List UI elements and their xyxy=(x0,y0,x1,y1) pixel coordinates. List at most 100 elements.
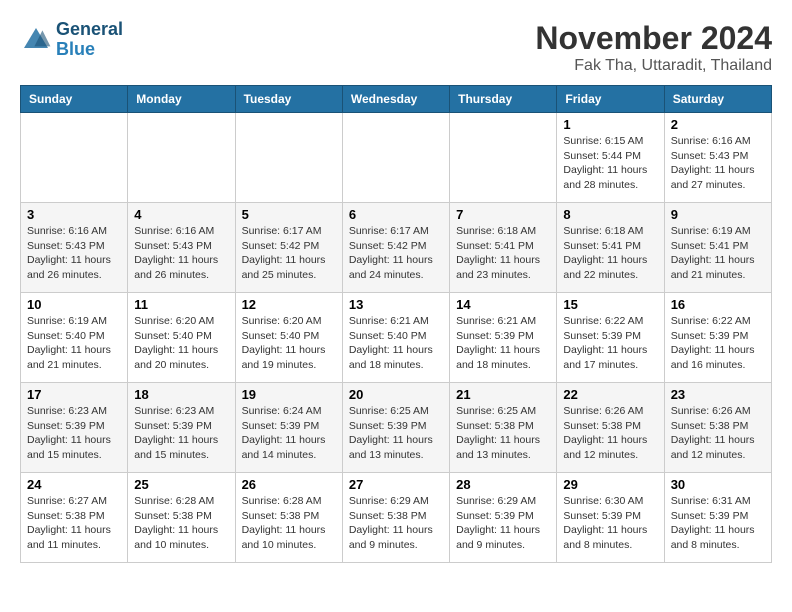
day-number: 14 xyxy=(456,297,550,312)
calendar-day-cell: 14 Sunrise: 6:21 AM Sunset: 5:39 PM Dayli… xyxy=(450,293,557,383)
day-info: Sunrise: 6:28 AM Sunset: 5:38 PM Dayligh… xyxy=(242,494,336,553)
calendar-day-cell: 12 Sunrise: 6:20 AM Sunset: 5:40 PM Dayli… xyxy=(235,293,342,383)
calendar-day-cell: 18 Sunrise: 6:23 AM Sunset: 5:39 PM Dayli… xyxy=(128,383,235,473)
day-number: 27 xyxy=(349,477,443,492)
day-info: Sunrise: 6:25 AM Sunset: 5:39 PM Dayligh… xyxy=(349,404,443,463)
day-number: 26 xyxy=(242,477,336,492)
weekday-header-cell: Saturday xyxy=(664,86,771,113)
calendar-day-cell xyxy=(450,113,557,203)
calendar-day-cell: 20 Sunrise: 6:25 AM Sunset: 5:39 PM Dayli… xyxy=(342,383,449,473)
day-info: Sunrise: 6:17 AM Sunset: 5:42 PM Dayligh… xyxy=(242,224,336,283)
day-info: Sunrise: 6:15 AM Sunset: 5:44 PM Dayligh… xyxy=(563,134,657,193)
day-number: 11 xyxy=(134,297,228,312)
day-info: Sunrise: 6:26 AM Sunset: 5:38 PM Dayligh… xyxy=(563,404,657,463)
day-number: 2 xyxy=(671,117,765,132)
calendar-day-cell: 3 Sunrise: 6:16 AM Sunset: 5:43 PM Daylig… xyxy=(21,203,128,293)
day-number: 22 xyxy=(563,387,657,402)
calendar-week-row: 1 Sunrise: 6:15 AM Sunset: 5:44 PM Daylig… xyxy=(21,113,772,203)
day-info: Sunrise: 6:18 AM Sunset: 5:41 PM Dayligh… xyxy=(456,224,550,283)
day-number: 15 xyxy=(563,297,657,312)
calendar-day-cell: 26 Sunrise: 6:28 AM Sunset: 5:38 PM Dayli… xyxy=(235,473,342,563)
day-number: 3 xyxy=(27,207,121,222)
calendar-day-cell: 29Sunrise: 6:30 AM Sunset: 5:39 PM Dayli… xyxy=(557,473,664,563)
day-info: Sunrise: 6:16 AM Sunset: 5:43 PM Dayligh… xyxy=(27,224,121,283)
day-number: 12 xyxy=(242,297,336,312)
calendar-week-row: 17 Sunrise: 6:23 AM Sunset: 5:39 PM Dayli… xyxy=(21,383,772,473)
day-info: Sunrise: 6:18 AM Sunset: 5:41 PM Dayligh… xyxy=(563,224,657,283)
day-number: 23 xyxy=(671,387,765,402)
calendar-day-cell: 13 Sunrise: 6:21 AM Sunset: 5:40 PM Dayli… xyxy=(342,293,449,383)
weekday-header-cell: Thursday xyxy=(450,86,557,113)
day-number: 29 xyxy=(563,477,657,492)
calendar-day-cell: 23 Sunrise: 6:26 AM Sunset: 5:38 PM Dayli… xyxy=(664,383,771,473)
day-number: 18 xyxy=(134,387,228,402)
day-number: 8 xyxy=(563,207,657,222)
day-number: 1 xyxy=(563,117,657,132)
weekday-header-row: SundayMondayTuesdayWednesdayThursdayFrid… xyxy=(21,86,772,113)
calendar-day-cell: 6 Sunrise: 6:17 AM Sunset: 5:42 PM Daylig… xyxy=(342,203,449,293)
calendar-week-row: 3 Sunrise: 6:16 AM Sunset: 5:43 PM Daylig… xyxy=(21,203,772,293)
day-info: Sunrise: 6:25 AM Sunset: 5:38 PM Dayligh… xyxy=(456,404,550,463)
calendar-day-cell: 22 Sunrise: 6:26 AM Sunset: 5:38 PM Dayli… xyxy=(557,383,664,473)
calendar-day-cell: 10 Sunrise: 6:19 AM Sunset: 5:40 PM Dayli… xyxy=(21,293,128,383)
day-number: 24 xyxy=(27,477,121,492)
logo-text: General Blue xyxy=(56,20,123,60)
day-info: Sunrise: 6:20 AM Sunset: 5:40 PM Dayligh… xyxy=(242,314,336,373)
calendar-day-cell: 8 Sunrise: 6:18 AM Sunset: 5:41 PM Daylig… xyxy=(557,203,664,293)
day-info: Sunrise: 6:19 AM Sunset: 5:40 PM Dayligh… xyxy=(27,314,121,373)
day-number: 9 xyxy=(671,207,765,222)
calendar-day-cell: 9 Sunrise: 6:19 AM Sunset: 5:41 PM Daylig… xyxy=(664,203,771,293)
calendar-day-cell: 17Sunrise: 6:23 AM Sunset: 5:39 PM Dayli… xyxy=(21,383,128,473)
calendar-day-cell: 2 Sunrise: 6:16 AM Sunset: 5:43 PM Daylig… xyxy=(664,113,771,203)
day-number: 7 xyxy=(456,207,550,222)
day-number: 6 xyxy=(349,207,443,222)
day-number: 28 xyxy=(456,477,550,492)
month-title: November 2024 xyxy=(535,20,772,57)
weekday-header-cell: Tuesday xyxy=(235,86,342,113)
day-number: 5 xyxy=(242,207,336,222)
day-number: 25 xyxy=(134,477,228,492)
calendar-day-cell: 30Sunrise: 6:31 AM Sunset: 5:39 PM Dayli… xyxy=(664,473,771,563)
day-info: Sunrise: 6:21 AM Sunset: 5:40 PM Dayligh… xyxy=(349,314,443,373)
day-info: Sunrise: 6:16 AM Sunset: 5:43 PM Dayligh… xyxy=(671,134,765,193)
calendar-day-cell: 16 Sunrise: 6:22 AM Sunset: 5:39 PM Dayli… xyxy=(664,293,771,383)
calendar-day-cell: 1 Sunrise: 6:15 AM Sunset: 5:44 PM Daylig… xyxy=(557,113,664,203)
day-info: Sunrise: 6:19 AM Sunset: 5:41 PM Dayligh… xyxy=(671,224,765,283)
day-info: Sunrise: 6:24 AM Sunset: 5:39 PM Dayligh… xyxy=(242,404,336,463)
day-number: 10 xyxy=(27,297,121,312)
day-info: Sunrise: 6:16 AM Sunset: 5:43 PM Dayligh… xyxy=(134,224,228,283)
calendar-day-cell xyxy=(128,113,235,203)
day-info: Sunrise: 6:26 AM Sunset: 5:38 PM Dayligh… xyxy=(671,404,765,463)
calendar-day-cell: 5 Sunrise: 6:17 AM Sunset: 5:42 PM Daylig… xyxy=(235,203,342,293)
calendar-day-cell: 11Sunrise: 6:20 AM Sunset: 5:40 PM Dayli… xyxy=(128,293,235,383)
day-info: Sunrise: 6:29 AM Sunset: 5:39 PM Dayligh… xyxy=(456,494,550,553)
calendar-day-cell: 27 Sunrise: 6:29 AM Sunset: 5:38 PM Dayli… xyxy=(342,473,449,563)
day-info: Sunrise: 6:23 AM Sunset: 5:39 PM Dayligh… xyxy=(134,404,228,463)
calendar-day-cell: 24 Sunrise: 6:27 AM Sunset: 5:38 PM Dayli… xyxy=(21,473,128,563)
day-number: 17 xyxy=(27,387,121,402)
day-number: 13 xyxy=(349,297,443,312)
calendar-week-row: 24 Sunrise: 6:27 AM Sunset: 5:38 PM Dayli… xyxy=(21,473,772,563)
day-number: 20 xyxy=(349,387,443,402)
weekday-header-cell: Monday xyxy=(128,86,235,113)
title-block: November 2024 Fak Tha, Uttaradit, Thaila… xyxy=(535,20,772,75)
calendar-day-cell: 15Sunrise: 6:22 AM Sunset: 5:39 PM Dayli… xyxy=(557,293,664,383)
logo-icon xyxy=(20,24,52,56)
calendar-table: SundayMondayTuesdayWednesdayThursdayFrid… xyxy=(20,85,772,563)
day-info: Sunrise: 6:31 AM Sunset: 5:39 PM Dayligh… xyxy=(671,494,765,553)
day-info: Sunrise: 6:28 AM Sunset: 5:38 PM Dayligh… xyxy=(134,494,228,553)
calendar-day-cell: 21Sunrise: 6:25 AM Sunset: 5:38 PM Dayli… xyxy=(450,383,557,473)
calendar-day-cell xyxy=(342,113,449,203)
calendar-day-cell: 25 Sunrise: 6:28 AM Sunset: 5:38 PM Dayli… xyxy=(128,473,235,563)
day-info: Sunrise: 6:17 AM Sunset: 5:42 PM Dayligh… xyxy=(349,224,443,283)
day-info: Sunrise: 6:22 AM Sunset: 5:39 PM Dayligh… xyxy=(671,314,765,373)
day-info: Sunrise: 6:21 AM Sunset: 5:39 PM Dayligh… xyxy=(456,314,550,373)
day-info: Sunrise: 6:29 AM Sunset: 5:38 PM Dayligh… xyxy=(349,494,443,553)
day-number: 4 xyxy=(134,207,228,222)
logo: General Blue xyxy=(20,20,123,60)
day-info: Sunrise: 6:27 AM Sunset: 5:38 PM Dayligh… xyxy=(27,494,121,553)
calendar-week-row: 10 Sunrise: 6:19 AM Sunset: 5:40 PM Dayli… xyxy=(21,293,772,383)
weekday-header-cell: Wednesday xyxy=(342,86,449,113)
day-number: 19 xyxy=(242,387,336,402)
day-number: 16 xyxy=(671,297,765,312)
